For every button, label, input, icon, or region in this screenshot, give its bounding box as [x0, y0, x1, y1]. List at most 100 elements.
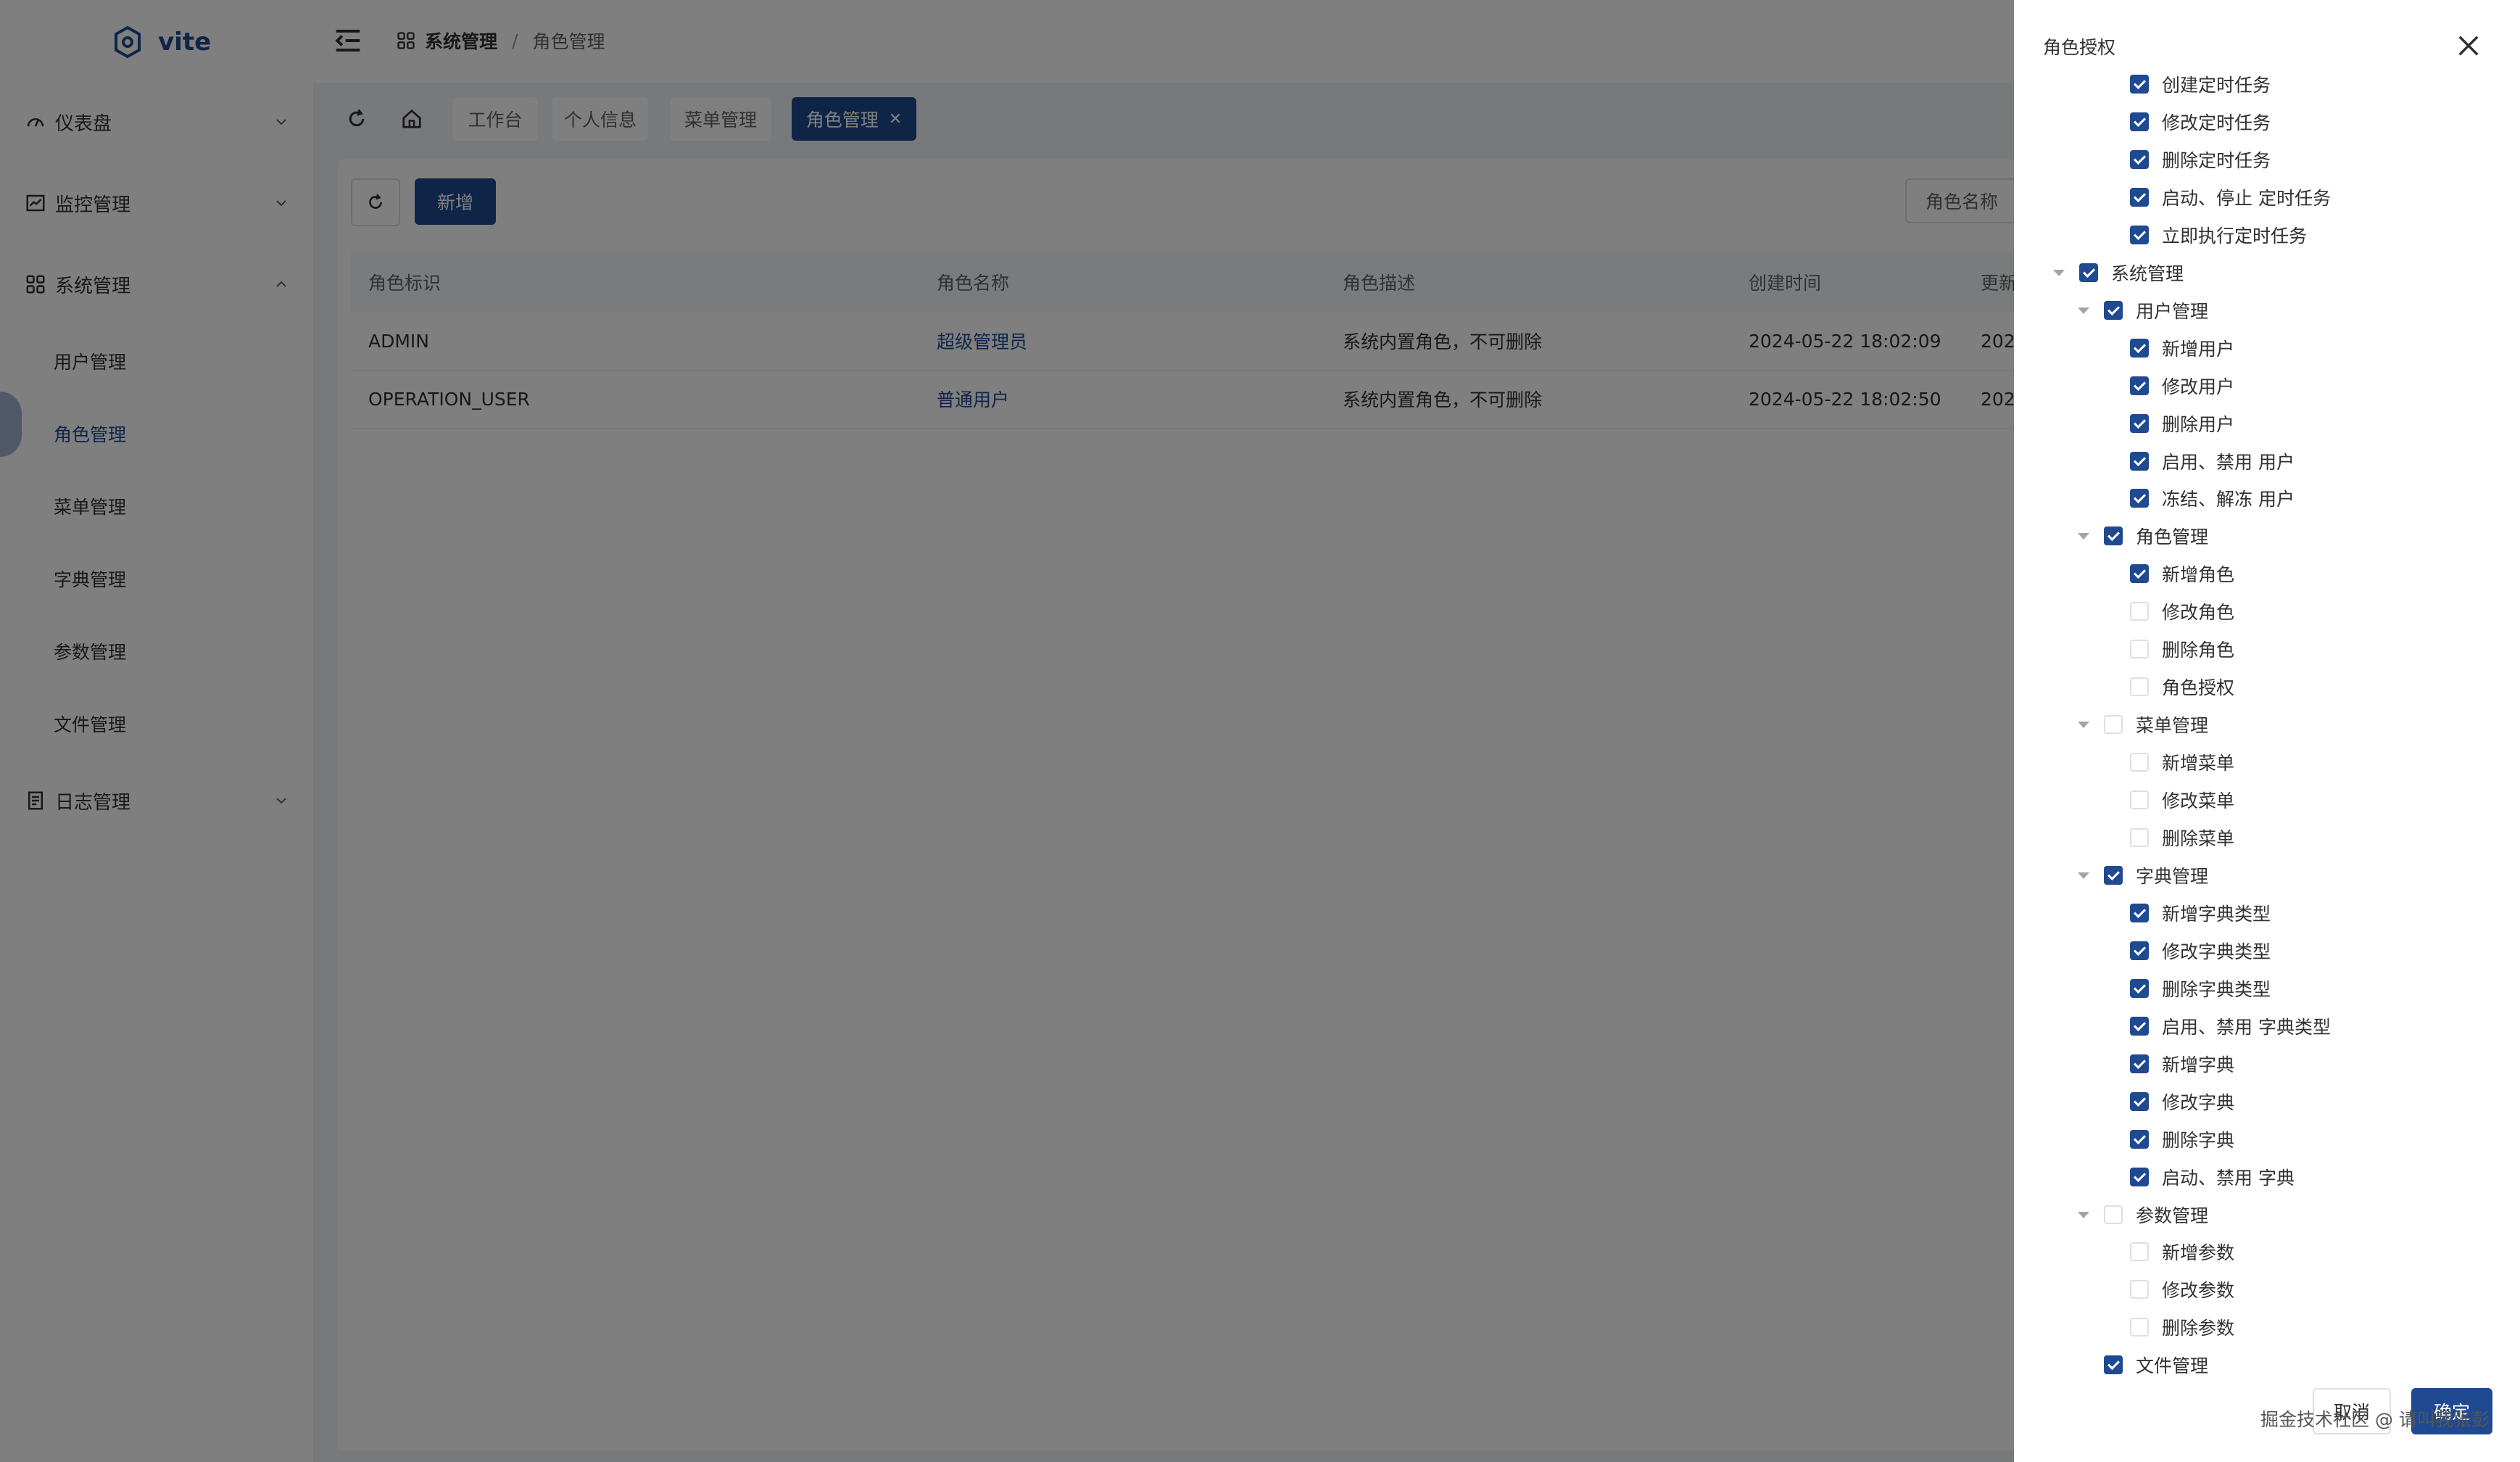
tree-checkbox[interactable] — [2130, 339, 2149, 358]
tree-checkbox[interactable] — [2130, 640, 2149, 658]
caret-down-icon[interactable] — [2053, 270, 2065, 276]
tree-checkbox[interactable] — [2130, 1054, 2149, 1073]
tree-checkbox[interactable] — [2130, 1130, 2149, 1149]
tree-node-label: 字典管理 — [2136, 866, 2209, 887]
tree-node[interactable]: 修改参数 — [2130, 1272, 2234, 1307]
tree-node[interactable]: 新增参数 — [2130, 1234, 2234, 1269]
modal-overlay[interactable] — [0, 0, 2014, 1462]
tree-node[interactable]: 系统管理 — [2079, 255, 2184, 290]
tree-node[interactable]: 启用、禁用 字典类型 — [2130, 1009, 2331, 1044]
tree-checkbox[interactable] — [2130, 150, 2149, 169]
tree-node[interactable]: 删除角色 — [2130, 632, 2234, 666]
tree-node[interactable]: 删除定时任务 — [2130, 142, 2271, 177]
tree-node[interactable]: 启用、禁用 用户 — [2130, 444, 2295, 479]
tree-checkbox[interactable] — [2130, 979, 2149, 998]
tree-node[interactable]: 新增用户 — [2130, 331, 2234, 366]
tree-node[interactable]: 修改字典 — [2130, 1084, 2234, 1119]
tree-node-label: 删除字典类型 — [2162, 979, 2271, 1000]
caret-down-icon[interactable] — [2078, 533, 2089, 540]
tree-checkbox[interactable] — [2104, 1355, 2123, 1374]
tree-checkbox[interactable] — [2130, 602, 2149, 621]
tree-node-label: 新增用户 — [2162, 339, 2235, 360]
tree-checkbox[interactable] — [2130, 1242, 2149, 1261]
tree-checkbox[interactable] — [2104, 1205, 2123, 1224]
watermark: 掘金技术社区 @ 请叫我张彭 — [2260, 1409, 2490, 1430]
tree-node[interactable]: 用户管理 — [2104, 293, 2208, 328]
tree-node[interactable]: 冻结、解冻 用户 — [2130, 481, 2295, 516]
tree-checkbox[interactable] — [2104, 866, 2123, 885]
tree-checkbox[interactable] — [2104, 526, 2123, 545]
tree-node[interactable]: 新增字典类型 — [2130, 896, 2271, 930]
tree-checkbox[interactable] — [2104, 715, 2123, 734]
tree-node-label: 立即执行定时任务 — [2162, 226, 2308, 247]
tree-checkbox[interactable] — [2130, 226, 2149, 244]
tree-node-label: 新增角色 — [2162, 564, 2235, 585]
tree-node[interactable]: 修改字典类型 — [2130, 933, 2271, 968]
close-icon[interactable] — [2453, 30, 2484, 61]
tree-node-label: 修改菜单 — [2162, 790, 2235, 811]
tree-node[interactable]: 角色管理 — [2104, 519, 2208, 553]
tree-checkbox[interactable] — [2130, 790, 2149, 809]
tree-checkbox[interactable] — [2130, 112, 2149, 131]
tree-checkbox[interactable] — [2130, 452, 2149, 471]
tree-node[interactable]: 删除菜单 — [2130, 820, 2234, 855]
tree-node-label: 修改字典 — [2162, 1092, 2235, 1113]
tree-node[interactable]: 删除字典 — [2130, 1122, 2234, 1157]
tree-checkbox[interactable] — [2130, 1280, 2149, 1299]
tree-checkbox[interactable] — [2130, 75, 2149, 94]
tree-node[interactable]: 角色授权 — [2130, 669, 2234, 704]
tree-node-label: 删除菜单 — [2162, 828, 2235, 849]
tree-node[interactable]: 启动、停止 定时任务 — [2130, 180, 2331, 215]
tree-node-label: 冻结、解冻 用户 — [2162, 489, 2295, 510]
tree-node[interactable]: 修改角色 — [2130, 594, 2234, 629]
tree-node-label: 删除字典 — [2162, 1130, 2235, 1151]
tree-checkbox[interactable] — [2130, 564, 2149, 583]
tree-checkbox[interactable] — [2130, 677, 2149, 696]
tree-node[interactable]: 文件管理 — [2104, 1347, 2208, 1382]
tree-checkbox[interactable] — [2079, 263, 2098, 282]
tree-checkbox[interactable] — [2104, 301, 2123, 320]
tree-node[interactable]: 新增字典 — [2130, 1046, 2234, 1081]
tree-node[interactable]: 菜单管理 — [2104, 707, 2208, 742]
caret-down-icon[interactable] — [2078, 722, 2089, 728]
tree-node[interactable]: 删除参数 — [2130, 1310, 2234, 1345]
caret-down-icon[interactable] — [2078, 307, 2089, 314]
tree-checkbox[interactable] — [2130, 489, 2149, 508]
tree-node[interactable]: 修改菜单 — [2130, 782, 2234, 817]
tree-node[interactable]: 删除用户 — [2130, 406, 2234, 441]
tree-checkbox[interactable] — [2130, 1318, 2149, 1337]
tree-node[interactable]: 启动、禁用 字典 — [2130, 1160, 2295, 1194]
tree-checkbox[interactable] — [2130, 753, 2149, 772]
tree-node-label: 删除定时任务 — [2162, 150, 2271, 171]
tree-checkbox[interactable] — [2130, 1168, 2149, 1186]
tree-checkbox[interactable] — [2130, 414, 2149, 433]
tree-checkbox[interactable] — [2130, 828, 2149, 847]
tree-checkbox[interactable] — [2130, 941, 2149, 960]
tree-checkbox[interactable] — [2130, 188, 2149, 207]
tree-node-label: 角色管理 — [2136, 526, 2209, 548]
tree-node-label: 启动、禁用 字典 — [2162, 1168, 2295, 1189]
tree-node[interactable]: 字典管理 — [2104, 858, 2208, 893]
tree-node[interactable]: 创建定时任务 — [2130, 67, 2271, 102]
tree-checkbox[interactable] — [2130, 1017, 2149, 1036]
caret-down-icon[interactable] — [2078, 872, 2089, 879]
tree-checkbox[interactable] — [2130, 904, 2149, 922]
tree-node[interactable]: 删除字典类型 — [2130, 971, 2271, 1006]
tree-node-label: 启用、禁用 用户 — [2162, 452, 2295, 473]
tree-checkbox[interactable] — [2130, 1092, 2149, 1111]
drawer-title: 角色授权 — [2043, 37, 2116, 58]
tree-node-label: 系统管理 — [2111, 263, 2184, 284]
tree-node[interactable]: 新增角色 — [2130, 556, 2234, 591]
tree-node[interactable]: 参数管理 — [2104, 1197, 2208, 1232]
tree-node[interactable]: 修改用户 — [2130, 368, 2234, 403]
tree-node[interactable]: 立即执行定时任务 — [2130, 218, 2307, 252]
caret-down-icon[interactable] — [2078, 1212, 2089, 1218]
tree-node-label: 新增字典类型 — [2162, 904, 2271, 925]
tree-checkbox[interactable] — [2130, 376, 2149, 395]
tree-node[interactable]: 新增菜单 — [2130, 745, 2234, 780]
tree-node-label: 新增菜单 — [2162, 753, 2235, 774]
tree-node[interactable]: 修改定时任务 — [2130, 104, 2271, 139]
tree-node-label: 创建定时任务 — [2162, 75, 2271, 96]
tree-node-label: 删除用户 — [2162, 414, 2235, 435]
tree-node-label: 修改角色 — [2162, 602, 2235, 623]
